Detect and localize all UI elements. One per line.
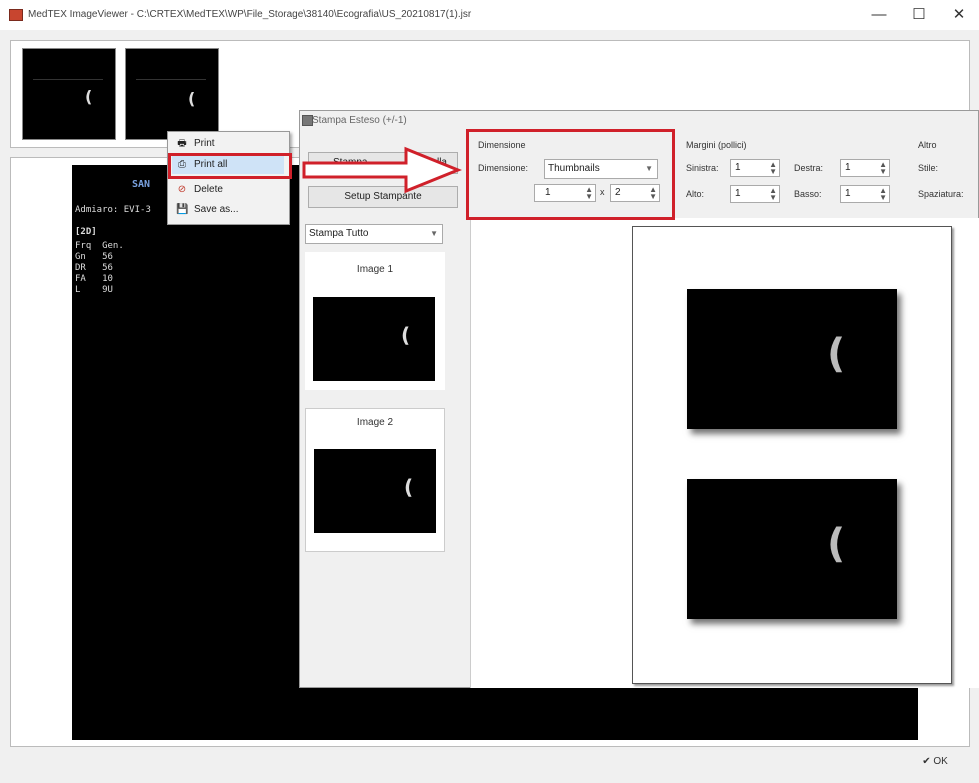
margin-top-value: 1 [735, 188, 741, 199]
delete-icon: ⊘ [177, 184, 187, 195]
spinner-icon: ▲ ▼ [879, 186, 887, 202]
menu-item-print[interactable]: 🖶 Print [172, 135, 284, 153]
annotation-highlight-dimensions [466, 129, 675, 220]
overlay-line-1: Admiaro: EVI-3 [75, 205, 151, 215]
annotation-arrow-icon [302, 146, 463, 194]
overlay-params: Frq Gen. Gn 56 DR 56 FA 10 L 9U [75, 241, 124, 295]
overlay-mode: [2D] [75, 227, 97, 237]
margin-top-stepper[interactable]: 1 ▲ ▼ [730, 185, 780, 203]
margin-bottom-label: Basso: [794, 189, 822, 199]
margin-right-value: 1 [845, 162, 851, 173]
menu-item-delete[interactable]: ⊘ Delete [172, 181, 284, 199]
image-card-label: Image 2 [356, 417, 394, 428]
margin-left-stepper[interactable]: 1 ▲ ▼ [730, 159, 780, 177]
spacing-label: Spaziatura: [918, 189, 964, 199]
menu-item-label: Delete [194, 184, 223, 195]
window-title: MedTEX ImageViewer - C:\CRTEX\MedTEX\WP\… [28, 9, 472, 20]
printer-icon: 🖶 [177, 138, 187, 149]
overlay-header: SAN [132, 179, 151, 190]
margins-group-label: Margini (pollici) [686, 140, 747, 150]
image-card-2[interactable]: Image 2 ( [305, 408, 445, 552]
spinner-icon: ▲ ▼ [769, 186, 777, 202]
chevron-down-icon: ▼ [430, 229, 438, 238]
spinner-icon: ▲ ▼ [879, 160, 887, 176]
margin-left-value: 1 [735, 162, 741, 173]
margin-right-label: Destra: [794, 163, 824, 173]
close-button[interactable]: ✕ [942, 3, 976, 27]
print-mode-value: Stampa Tutto [309, 228, 369, 239]
style-label: Stile: [918, 163, 939, 173]
margin-left-label: Sinistra: [686, 163, 719, 173]
spinner-icon: ▲ ▼ [769, 160, 777, 176]
minimize-button[interactable]: — [862, 3, 896, 27]
thumbnail-2[interactable]: ( [125, 48, 219, 140]
annotation-highlight-print-all [168, 153, 292, 179]
dialog-title: Stampa Esteso (+/-1) [312, 115, 407, 126]
menu-item-label: Print [194, 138, 215, 149]
menu-item-label: Save as... [194, 204, 239, 215]
image-card-preview: ( [313, 297, 435, 381]
image-card-1[interactable]: Image 1 ( [305, 252, 445, 390]
preview-image-1: ( [687, 289, 897, 429]
app-icon [9, 9, 23, 21]
maximize-button[interactable]: ☐ [902, 3, 936, 27]
print-mode-select[interactable]: Stampa Tutto ▼ [305, 224, 443, 244]
print-preview-page: ( ( [632, 226, 952, 684]
margin-bottom-value: 1 [845, 188, 851, 199]
preview-image-2: ( [687, 479, 897, 619]
window-title-bar: MedTEX ImageViewer - C:\CRTEX\MedTEX\WP\… [0, 0, 979, 30]
image-card-preview: ( [314, 449, 436, 533]
image-card-label: Image 1 [356, 264, 394, 275]
ok-button[interactable]: ✔ OK [912, 752, 958, 774]
margin-top-label: Alto: [686, 189, 705, 199]
margin-right-stepper[interactable]: 1 ▲ ▼ [840, 159, 890, 177]
thumbnail-1[interactable]: ( [22, 48, 116, 140]
other-group-label: Altro [918, 140, 937, 150]
margin-bottom-stepper[interactable]: 1 ▲ ▼ [840, 185, 890, 203]
save-icon: 💾 [176, 204, 189, 215]
menu-item-save-as[interactable]: 💾 Save as... [172, 201, 284, 219]
